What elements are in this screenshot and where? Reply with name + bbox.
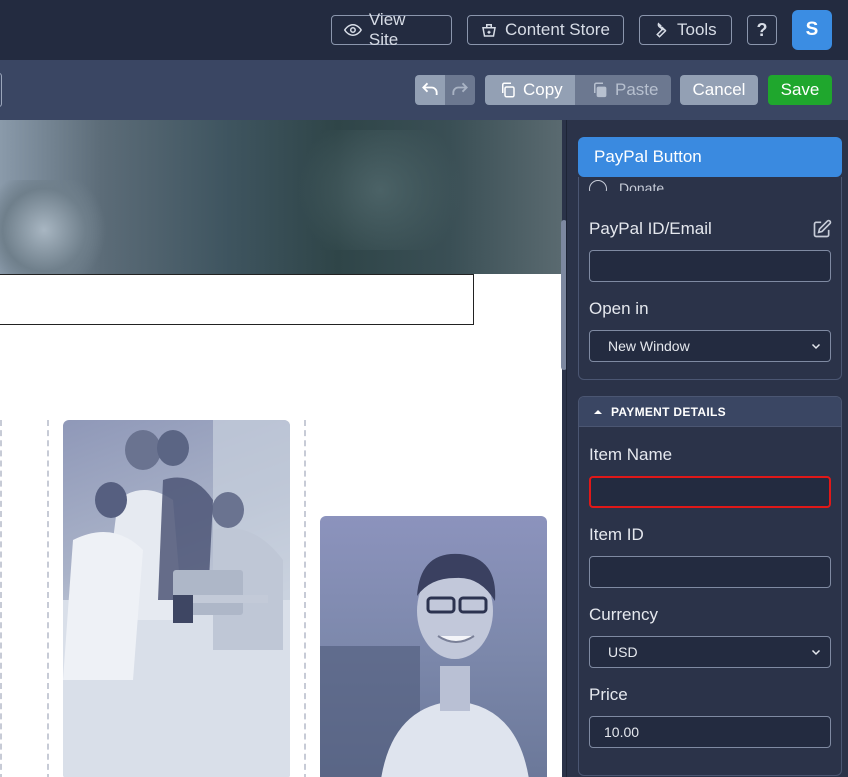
store-basket-icon xyxy=(482,24,496,37)
view-site-button[interactable]: View Site xyxy=(331,10,452,49)
paste-label: Paste xyxy=(615,80,659,99)
save-label: Save xyxy=(780,80,820,99)
price-input[interactable]: 10.00 xyxy=(589,716,831,748)
wrench-icon xyxy=(656,22,667,38)
team-meeting-illustration xyxy=(63,420,290,777)
item-name-label: Item Name xyxy=(589,445,673,464)
column-divider xyxy=(0,420,2,777)
copy-label: Copy xyxy=(523,80,563,99)
redo-button[interactable] xyxy=(445,75,475,105)
redo-icon xyxy=(452,82,468,95)
donate-label: Donate xyxy=(619,180,665,191)
cancel-label: Cancel xyxy=(692,80,746,99)
hero-blur-bg xyxy=(280,130,480,250)
undo-icon xyxy=(422,82,438,95)
paste-icon xyxy=(594,82,607,98)
caret-up-icon xyxy=(594,409,602,414)
help-button[interactable]: ? xyxy=(747,15,777,45)
tools-label: Tools xyxy=(677,20,717,39)
item-name-input[interactable] xyxy=(589,476,831,508)
page-canvas[interactable] xyxy=(0,120,562,777)
content-store-label: Content Store xyxy=(505,20,610,39)
eye-icon xyxy=(344,24,362,36)
open-in-value: New Window xyxy=(608,338,690,354)
open-in-select[interactable]: New Window xyxy=(589,330,831,362)
paypal-id-label: PayPal ID/Email xyxy=(589,219,712,238)
scrolled-radio-area: Donate xyxy=(579,177,841,191)
edit-icon[interactable] xyxy=(812,219,832,239)
column-divider xyxy=(47,420,49,777)
chevron-down-icon xyxy=(811,343,821,350)
tools-button[interactable]: Tools xyxy=(639,15,732,45)
item-id-label: Item ID xyxy=(589,525,644,544)
toolbar-left-control[interactable] xyxy=(0,73,2,107)
pencil-square-icon xyxy=(813,219,832,238)
payment-details-header[interactable]: PAYMENT DETAILS xyxy=(579,397,841,427)
team-meeting-photo[interactable] xyxy=(63,420,290,777)
hero-image[interactable] xyxy=(0,120,562,274)
copy-paste-group: Copy Paste xyxy=(485,75,671,105)
currency-value: USD xyxy=(608,644,638,660)
hero-blur-chair xyxy=(0,180,110,274)
currency-label: Currency xyxy=(589,605,658,624)
panel-title-text: PayPal Button xyxy=(594,147,702,166)
panel-title: PayPal Button xyxy=(578,137,842,177)
undo-button[interactable] xyxy=(415,75,445,105)
user-avatar[interactable]: S xyxy=(792,10,832,50)
content-store-button[interactable]: Content Store xyxy=(467,15,624,45)
help-label: ? xyxy=(756,19,768,40)
save-button[interactable]: Save xyxy=(768,75,832,105)
chevron-down-icon xyxy=(811,649,821,656)
cancel-button[interactable]: Cancel xyxy=(680,75,758,105)
smiling-man-photo[interactable] xyxy=(320,516,547,777)
paste-button[interactable]: Paste xyxy=(575,75,671,105)
currency-select[interactable]: USD xyxy=(589,636,831,668)
avatar-initial: S xyxy=(805,19,819,40)
column-divider xyxy=(304,420,306,777)
copy-icon xyxy=(502,82,515,98)
smiling-man-illustration xyxy=(320,553,529,777)
donate-radio[interactable] xyxy=(589,180,607,191)
copy-button[interactable]: Copy xyxy=(485,75,575,105)
undo-redo-group xyxy=(415,75,475,105)
item-id-input[interactable] xyxy=(589,556,831,588)
open-in-label: Open in xyxy=(589,299,649,318)
payment-details-title: PAYMENT DETAILS xyxy=(611,404,726,419)
text-block[interactable] xyxy=(0,274,474,325)
price-label: Price xyxy=(589,685,628,704)
top-bar: View Site Content Store Tools ? S xyxy=(0,0,848,60)
paypal-id-input[interactable] xyxy=(589,250,831,282)
view-site-label: View Site xyxy=(368,10,406,49)
